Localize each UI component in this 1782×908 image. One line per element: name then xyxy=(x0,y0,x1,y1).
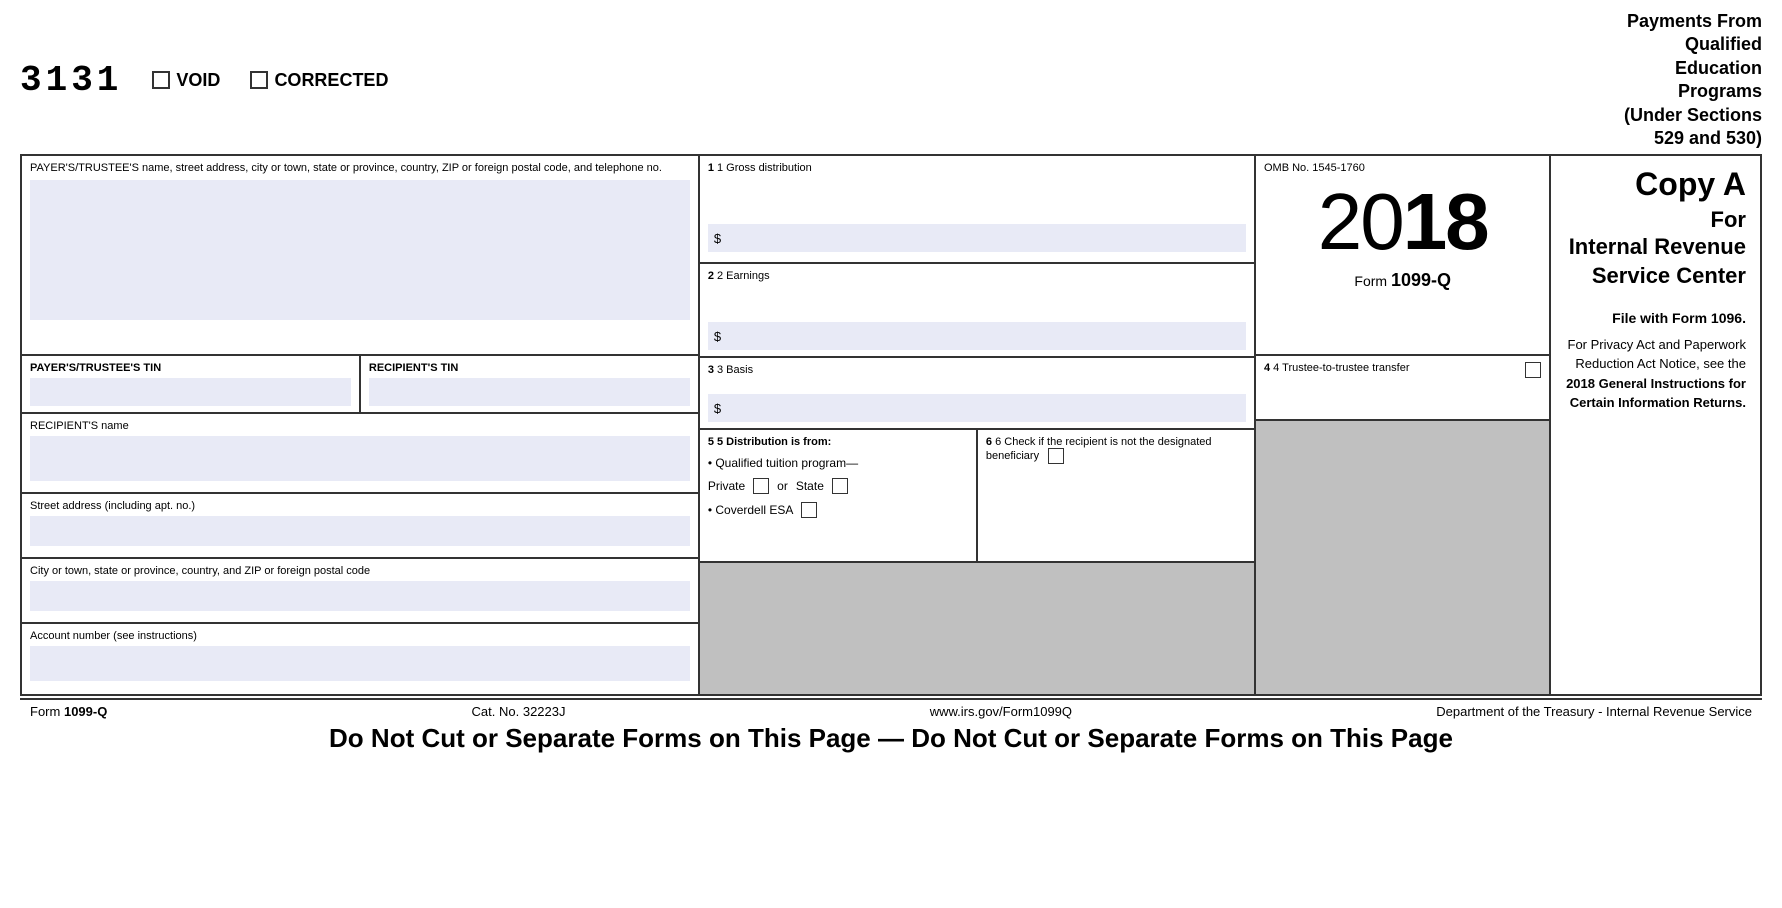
field-6-cell: 6 6 Check if the recipient is not the de… xyxy=(978,430,1254,561)
field-5-private-label: Private xyxy=(708,479,745,493)
payer-info-cell: PAYER'S/TRUSTEE'S name, street address, … xyxy=(22,156,698,356)
field-4-label: 4 4 Trustee-to-trustee transfer xyxy=(1264,362,1410,374)
field-4-checkbox[interactable] xyxy=(1525,362,1541,378)
field-3-label: 3 3 Basis xyxy=(708,364,1246,376)
recipients-tin-cell: RECIPIENT'S TIN xyxy=(361,356,698,412)
street-address-cell: Street address (including apt. no.) xyxy=(22,494,698,559)
field-4-cell: 4 4 Trustee-to-trustee transfer xyxy=(1256,356,1549,421)
payments-title-line4: Programs xyxy=(1678,81,1762,101)
payer-info-input[interactable] xyxy=(30,180,690,320)
field-5-coverdell-checkbox[interactable] xyxy=(801,502,817,518)
recipients-tin-input[interactable] xyxy=(369,378,690,406)
payments-title-line3: Education xyxy=(1675,58,1762,78)
field-5-6-row: 5 5 Distribution is from: • Qualified tu… xyxy=(700,430,1254,563)
footer-cat-no: Cat. No. 32223J xyxy=(472,704,566,719)
account-number-cell: Account number (see instructions) xyxy=(22,624,698,694)
footer-info-row: Form 1099-Q Cat. No. 32223J www.irs.gov/… xyxy=(30,704,1752,719)
field-1-label: 1 1 Gross distribution xyxy=(708,162,1246,174)
omb-gray-area xyxy=(1256,421,1549,694)
field-2-label: 2 2 Earnings xyxy=(708,270,1246,282)
payments-title-line6: 529 and 530) xyxy=(1654,128,1762,148)
account-number-input[interactable] xyxy=(30,646,690,681)
recipient-name-cell: RECIPIENT'S name xyxy=(22,414,698,494)
void-checkbox[interactable] xyxy=(152,71,170,89)
year-display: 2018 xyxy=(1264,182,1541,262)
field-6-checkbox[interactable] xyxy=(1048,448,1064,464)
void-label: VOID xyxy=(176,70,220,91)
payers-tin-label: PAYER'S/TRUSTEE'S TIN xyxy=(30,362,351,374)
city-input[interactable] xyxy=(30,581,690,611)
street-address-input[interactable] xyxy=(30,516,690,546)
copy-a-privacy: For Privacy Act and Paperwork Reduction … xyxy=(1565,335,1746,413)
account-number-label: Account number (see instructions) xyxy=(30,630,690,642)
form-number: 3131 xyxy=(20,60,122,101)
field-1-cell: 1 1 Gross distribution $ xyxy=(700,156,1254,264)
footer-website: www.irs.gov/Form1099Q xyxy=(930,704,1072,719)
city-cell: City or town, state or province, country… xyxy=(22,559,698,624)
payments-title-line5: (Under Sections xyxy=(1624,105,1762,125)
field-3-dollar: $ xyxy=(714,401,721,416)
field-2-cell: 2 2 Earnings $ xyxy=(700,264,1254,358)
recipient-name-input[interactable] xyxy=(30,436,690,481)
field-3-cell: 3 3 Basis $ xyxy=(700,358,1254,430)
recipient-name-label: RECIPIENT'S name xyxy=(30,420,690,432)
recipients-tin-label: RECIPIENT'S TIN xyxy=(369,362,690,374)
field-5-state-label: State xyxy=(796,479,824,493)
payers-tin-input[interactable] xyxy=(30,378,351,406)
field-5-label: 5 5 Distribution is from: xyxy=(708,436,968,448)
field-2-dollar: $ xyxy=(714,329,721,344)
gray-area xyxy=(700,563,1254,694)
omb-number: OMB No. 1545-1760 xyxy=(1264,162,1541,174)
corrected-label: CORRECTED xyxy=(274,70,388,91)
payers-tin-cell: PAYER'S/TRUSTEE'S TIN xyxy=(22,356,361,412)
street-address-label: Street address (including apt. no.) xyxy=(30,500,690,512)
field-2-input[interactable] xyxy=(725,326,1240,346)
copy-a-section: Copy A For Internal Revenue Service Cent… xyxy=(1551,156,1760,694)
copy-a-for: For xyxy=(1565,207,1746,233)
form-name-display: Form 1099-Q xyxy=(1264,270,1541,291)
payments-title-line2: Qualified xyxy=(1685,34,1762,54)
footer: Form 1099-Q Cat. No. 32223J www.irs.gov/… xyxy=(20,698,1762,764)
payments-title-line1: Payments From xyxy=(1627,11,1762,31)
copy-a-title: Copy A xyxy=(1565,166,1746,203)
field-6-label: 6 6 Check if the recipient is not the de… xyxy=(986,436,1246,464)
copy-a-file-with: File with Form 1096. xyxy=(1565,307,1746,329)
field-1-dollar: $ xyxy=(714,231,721,246)
footer-dept: Department of the Treasury - Internal Re… xyxy=(1436,704,1752,719)
payer-info-label: PAYER'S/TRUSTEE'S name, street address, … xyxy=(30,162,690,174)
field-5-coverdell-label: • Coverdell ESA xyxy=(708,503,794,517)
field-5-cell: 5 5 Distribution is from: • Qualified tu… xyxy=(700,430,978,561)
city-label: City or town, state or province, country… xyxy=(30,565,690,577)
footer-bottom-text: Do Not Cut or Separate Forms on This Pag… xyxy=(30,719,1752,762)
field-3-input[interactable] xyxy=(725,398,1240,418)
field-1-input[interactable] xyxy=(725,228,1240,248)
corrected-checkbox[interactable] xyxy=(250,71,268,89)
omb-cell: OMB No. 1545-1760 2018 Form 1099-Q xyxy=(1256,156,1549,356)
field-5-or-label: or xyxy=(777,479,788,493)
field-5-coverdell-row: • Coverdell ESA xyxy=(708,502,968,518)
field-5-private-checkbox[interactable] xyxy=(753,478,769,494)
field-5-bullet1: • Qualified tuition program— xyxy=(708,456,968,470)
field-5-state-checkbox[interactable] xyxy=(832,478,848,494)
field-5-private-row: Private or State xyxy=(708,478,968,494)
copy-a-irs-label: Internal Revenue Service Center xyxy=(1565,233,1746,290)
footer-form-name: Form 1099-Q xyxy=(30,704,107,719)
